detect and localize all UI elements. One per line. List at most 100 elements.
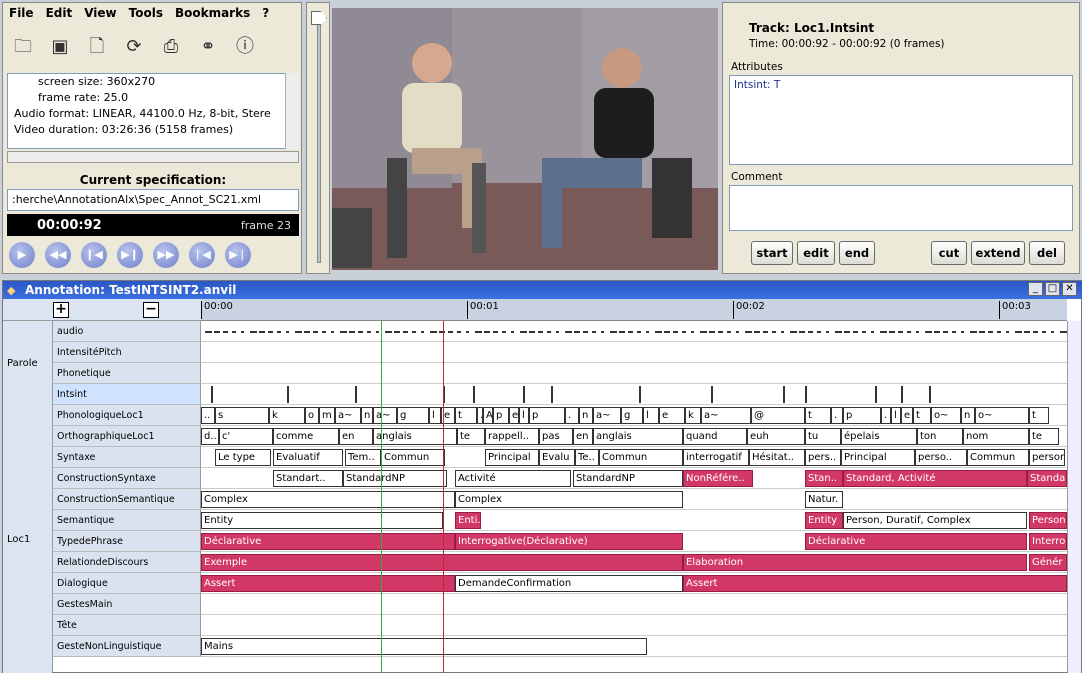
annotation-segment[interactable]: Déclarative xyxy=(201,533,455,550)
annotation-segment[interactable]: t xyxy=(913,407,931,424)
intsint-mark[interactable] xyxy=(783,386,785,403)
annotation-segment[interactable]: a~ xyxy=(701,407,751,424)
menu-bookmarks[interactable]: Bookmarks xyxy=(175,6,250,20)
open-folder-icon[interactable]: 🗀 xyxy=(11,35,35,59)
annotation-segment[interactable]: Natur. xyxy=(805,491,843,508)
annotation-segment[interactable]: Principal xyxy=(485,449,539,466)
track-label[interactable]: OrthographiqueLoc1 xyxy=(53,426,201,447)
annotation-segment[interactable]: k xyxy=(269,407,305,424)
rewind-icon[interactable]: ◀◀ xyxy=(45,242,71,268)
annotation-segment[interactable]: DemandeConfirmation xyxy=(455,575,683,592)
annotation-segment[interactable]: Standa xyxy=(1027,470,1067,487)
skip-back-icon[interactable]: ❘◀ xyxy=(189,242,215,268)
annotation-segment[interactable]: t xyxy=(455,407,477,424)
annotation-segment[interactable]: NonRéfére.. xyxy=(683,470,753,487)
intsint-mark[interactable] xyxy=(929,386,931,403)
track-row[interactable]: Exemple Elaboration Génér xyxy=(201,552,1067,573)
track-row[interactable]: .. s k o m a~ n a~ g l e t. Ap e l p. n a~ g l e k a~ @ t. p. l e t o… xyxy=(201,405,1067,426)
annotation-segment[interactable]: te xyxy=(1029,428,1059,445)
annotation-segment[interactable]: Exemple xyxy=(201,554,683,571)
annotation-segment[interactable]: Te.. xyxy=(575,449,599,466)
annotation-segment[interactable]: . xyxy=(831,407,843,424)
menu-edit[interactable]: Edit xyxy=(46,6,73,20)
annotation-segment[interactable]: l xyxy=(519,407,529,424)
track-row[interactable] xyxy=(201,594,1067,615)
track-label[interactable]: Syntaxe xyxy=(53,447,201,468)
track-label[interactable]: RelationdeDiscours xyxy=(53,552,201,573)
track-label[interactable]: audio xyxy=(53,321,201,342)
annotation-segment[interactable]: t xyxy=(1029,407,1049,424)
annotation-segment[interactable]: Entity xyxy=(805,512,843,529)
annotation-segment[interactable]: tu xyxy=(805,428,841,445)
annotation-segment[interactable]: e xyxy=(659,407,685,424)
slider-thumb[interactable] xyxy=(311,11,327,25)
track-row[interactable] xyxy=(201,363,1067,384)
annotation-segment[interactable]: Assert xyxy=(201,575,455,592)
menu-help[interactable]: ? xyxy=(262,6,269,20)
annotation-segment[interactable]: Standard, Activité xyxy=(843,470,1027,487)
annotation-segment[interactable]: épelais xyxy=(841,428,917,445)
intsint-mark[interactable] xyxy=(805,386,807,403)
intsint-mark[interactable] xyxy=(639,386,641,403)
annotation-segment[interactable]: a~ xyxy=(373,407,397,424)
annotation-segment[interactable]: .. xyxy=(201,407,215,424)
track-row[interactable]: Déclarative Interrogative(Déclarative) Déc… xyxy=(201,531,1067,552)
annotation-segment[interactable]: quand xyxy=(683,428,747,445)
annotation-segment[interactable]: Hésitat.. xyxy=(749,449,805,466)
track-row[interactable]: Le type Evaluatif Tem.. Commun Principal Eval… xyxy=(201,447,1067,468)
track-label[interactable]: GesteNonLinguistique xyxy=(53,636,201,657)
annotation-segment[interactable]: persor xyxy=(1029,449,1065,466)
annotation-segment[interactable]: m xyxy=(319,407,335,424)
annotation-segment[interactable]: ton xyxy=(917,428,963,445)
annotation-segment[interactable]: k xyxy=(685,407,701,424)
annotation-segment[interactable]: p xyxy=(493,407,509,424)
annotation-segment[interactable]: n xyxy=(361,407,373,424)
intsint-mark[interactable] xyxy=(551,386,553,403)
minimize-icon[interactable]: _ xyxy=(1028,282,1043,296)
intsint-mark[interactable] xyxy=(355,386,357,403)
annotation-segment[interactable]: a~ xyxy=(593,407,621,424)
video-slider[interactable] xyxy=(306,2,330,274)
annotation-segment[interactable]: Enti.. xyxy=(455,512,481,529)
annotation-segment[interactable]: anglais xyxy=(373,428,457,445)
annotation-segment[interactable]: Standart.. xyxy=(273,470,343,487)
del-button[interactable]: del xyxy=(1029,241,1065,265)
new-file-icon[interactable]: 🗋 xyxy=(85,35,109,59)
annotation-segment[interactable]: a~ xyxy=(335,407,361,424)
annotation-segment[interactable]: Déclarative xyxy=(805,533,1027,550)
track-row[interactable]: Assert DemandeConfirmation Assert xyxy=(201,573,1067,594)
comment-box[interactable] xyxy=(729,185,1073,231)
annotation-segment[interactable]: @ xyxy=(751,407,805,424)
annotation-segment[interactable]: . xyxy=(881,407,891,424)
annotation-segment[interactable]: Génér xyxy=(1029,554,1067,571)
annotation-segment[interactable]: perso.. xyxy=(915,449,967,466)
track-label[interactable]: PhonologiqueLoc1 xyxy=(53,405,201,426)
track-row[interactable]: Standart.. StandardNP Activité StandardNP No… xyxy=(201,468,1067,489)
intsint-mark[interactable] xyxy=(901,386,903,403)
track-label[interactable]: Intsint xyxy=(53,384,201,405)
annotation-segment[interactable]: en xyxy=(339,428,373,445)
step-forward-icon[interactable]: ▶❙ xyxy=(117,242,143,268)
attributes-box[interactable]: Intsint: T xyxy=(729,75,1073,165)
annotation-segment[interactable]: en xyxy=(573,428,593,445)
track-label[interactable]: Dialogique xyxy=(53,573,201,594)
menu-file[interactable]: File xyxy=(9,6,34,20)
annotation-segment[interactable]: Mains xyxy=(201,638,647,655)
annotation-segment[interactable]: Principal xyxy=(841,449,915,466)
annotation-segment[interactable]: pas xyxy=(539,428,573,445)
intsint-mark[interactable] xyxy=(287,386,289,403)
annotation-segment[interactable]: c' xyxy=(219,428,273,445)
track-label[interactable]: Tête xyxy=(53,615,201,636)
annotation-segment[interactable]: p xyxy=(529,407,565,424)
annotation-segment[interactable]: Commun xyxy=(381,449,445,466)
time-ruler[interactable]: 00:00 00:01 00:02 00:03 xyxy=(201,299,1067,321)
edit-button[interactable]: edit xyxy=(797,241,835,265)
annotation-segment[interactable]: g xyxy=(621,407,643,424)
print-icon[interactable]: ⎙ xyxy=(159,35,183,59)
play-icon[interactable]: ▶ xyxy=(9,242,35,268)
track-row[interactable] xyxy=(201,342,1067,363)
annotation-segment[interactable]: e xyxy=(901,407,913,424)
intsint-mark[interactable] xyxy=(523,386,525,403)
track-row[interactable] xyxy=(201,615,1067,636)
annotation-segment[interactable]: p xyxy=(843,407,881,424)
